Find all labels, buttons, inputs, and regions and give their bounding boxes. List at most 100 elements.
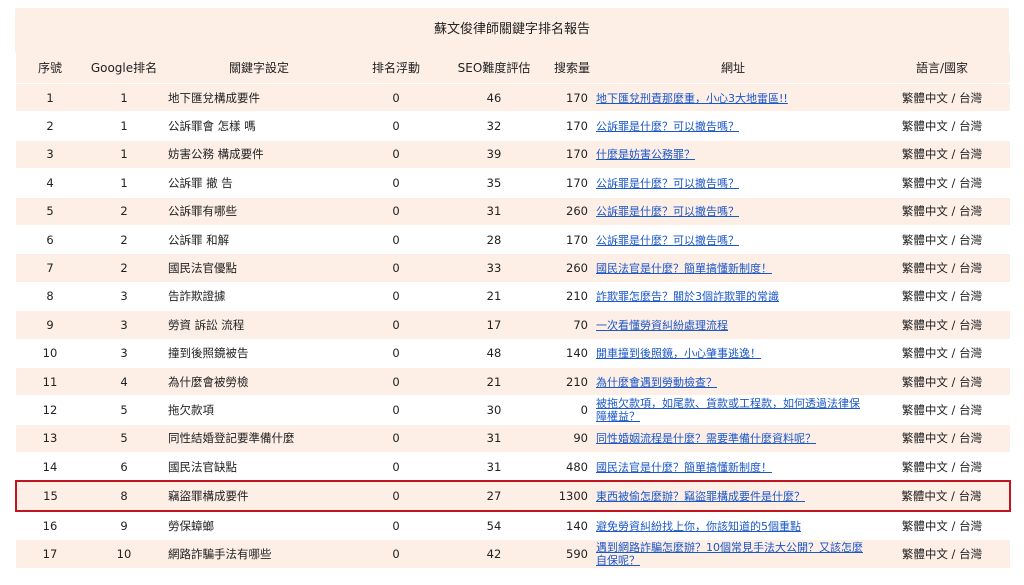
article-link[interactable]: 被拖欠款項，如尾款、貨款或工程款，如何透過法律保障權益？ — [596, 397, 860, 423]
cell-seo-difficulty: 42 — [438, 539, 550, 569]
col-header-keyword: 關鍵字設定 — [164, 52, 354, 84]
cell-url: 公訴罪是什麼？可以撤告嗎？ — [592, 225, 874, 255]
cell-rank-float: 0 — [354, 539, 438, 569]
cell-seo-difficulty: 30 — [438, 395, 550, 425]
col-header-search-volume: 搜索量 — [550, 52, 592, 84]
cell-no: 9 — [16, 310, 84, 340]
cell-google-rank: 1 — [84, 168, 164, 198]
cell-language-country: 繁體中文 / 台灣 — [874, 253, 1010, 283]
cell-search-volume: 90 — [550, 424, 592, 454]
article-link[interactable]: 遇到網路詐騙怎麼辦？10個常見手法大公開？又該怎麼自保呢？ — [596, 541, 863, 567]
cell-keyword: 網路詐騙手法有哪些 — [164, 539, 354, 569]
cell-no: 17 — [16, 539, 84, 569]
article-link[interactable]: 東西被偷怎麼辦？竊盜罪構成要件是什麼？ — [596, 490, 805, 503]
cell-url: 地下匯兌刑責那麼重，小心3大地雷區!! — [592, 83, 874, 113]
cell-no: 2 — [16, 111, 84, 141]
article-link[interactable]: 國民法官是什麼？簡單搞懂新制度！ — [596, 461, 772, 474]
cell-keyword: 公訴罪 和解 — [164, 225, 354, 255]
cell-seo-difficulty: 54 — [438, 510, 550, 541]
table-row: 1 1 地下匯兌構成要件 0 46 170 地下匯兌刑責那麼重，小心3大地雷區!! 繁體中文 … — [16, 83, 1010, 113]
cell-google-rank: 9 — [84, 510, 164, 541]
article-link[interactable]: 一次看懂勞資糾紛處理流程 — [596, 319, 728, 332]
cell-keyword: 告詐欺證據 — [164, 282, 354, 312]
cell-no: 16 — [16, 510, 84, 541]
table-header-row: 序號 Google排名 關鍵字設定 排名浮動 SEO難度評估 搜索量 網址 語言… — [16, 52, 1010, 84]
article-link[interactable]: 詐欺罪怎麼告？關於3個詐欺罪的常識 — [596, 290, 779, 303]
article-link[interactable]: 什麼是妨害公務罪？ — [596, 148, 695, 161]
cell-google-rank: 1 — [84, 111, 164, 141]
article-link[interactable]: 地下匯兌刑責那麼重，小心3大地雷區!! — [596, 92, 788, 105]
cell-seo-difficulty: 31 — [438, 424, 550, 454]
cell-seo-difficulty: 31 — [438, 197, 550, 226]
cell-google-rank: 3 — [84, 282, 164, 312]
article-link[interactable]: 同性婚姻流程是什麼？需要準備什麼資料呢？ — [596, 432, 816, 445]
table-row: 17 10 網路詐騙手法有哪些 0 42 590 遇到網路詐騙怎麼辦？10個常見手法大公開？… — [16, 539, 1010, 569]
article-link[interactable]: 公訴罪是什麼？可以撤告嗎？ — [596, 234, 739, 247]
cell-rank-float: 0 — [354, 452, 438, 482]
article-link[interactable]: 國民法官是什麼？簡單搞懂新制度！ — [596, 262, 772, 275]
cell-search-volume: 170 — [550, 168, 592, 198]
cell-language-country: 繁體中文 / 台灣 — [874, 225, 1010, 255]
cell-url: 避免勞資糾紛找上你，你該知道的5個重點 — [592, 510, 874, 541]
cell-language-country: 繁體中文 / 台灣 — [874, 424, 1010, 454]
cell-language-country: 繁體中文 / 台灣 — [874, 510, 1010, 541]
article-link[interactable]: 公訴罪是什麼？可以撤告嗎？ — [596, 177, 739, 190]
cell-language-country: 繁體中文 / 台灣 — [874, 339, 1010, 368]
cell-google-rank: 6 — [84, 452, 164, 482]
cell-url: 國民法官是什麼？簡單搞懂新制度！ — [592, 452, 874, 482]
cell-url: 為什麼會遇到勞動檢查？ — [592, 367, 874, 397]
article-link[interactable]: 公訴罪是什麼？可以撤告嗎？ — [596, 205, 739, 218]
keyword-ranking-table: 序號 Google排名 關鍵字設定 排名浮動 SEO難度評估 搜索量 網址 語言… — [15, 52, 1011, 569]
col-header-language-country: 語言/國家 — [874, 52, 1010, 84]
cell-rank-float: 0 — [354, 83, 438, 113]
cell-keyword: 拖欠款項 — [164, 395, 354, 425]
cell-language-country: 繁體中文 / 台灣 — [874, 111, 1010, 141]
cell-seo-difficulty: 48 — [438, 339, 550, 368]
cell-google-rank: 5 — [84, 395, 164, 425]
cell-rank-float: 0 — [354, 367, 438, 397]
cell-language-country: 繁體中文 / 台灣 — [874, 83, 1010, 113]
cell-no: 1 — [16, 83, 84, 113]
cell-keyword: 同性結婚登記要準備什麼 — [164, 424, 354, 454]
cell-no: 15 — [15, 480, 84, 512]
article-link[interactable]: 開車撞到後照鏡，小心肇事逃逸！ — [596, 347, 761, 360]
cell-google-rank: 5 — [84, 424, 164, 454]
table-row: 6 2 公訴罪 和解 0 28 170 公訴罪是什麼？可以撤告嗎？ 繁體中文 / 台灣 — [16, 225, 1010, 255]
cell-seo-difficulty: 21 — [438, 282, 550, 312]
table-row: 16 9 勞保蟑螂 0 54 140 避免勞資糾紛找上你，你該知道的5個重點 繁體中文 / 台… — [16, 510, 1010, 541]
table-row-highlighted: 15 8 竊盜罪構成要件 0 27 1300 東西被偷怎麼辦？竊盜罪構成要件是什麼？ 繁體中文… — [15, 480, 1011, 512]
cell-keyword: 公訴罪有哪些 — [164, 197, 354, 226]
cell-keyword: 竊盜罪構成要件 — [164, 480, 354, 512]
cell-keyword: 公訴罪會 怎樣 嗎 — [164, 111, 354, 141]
cell-google-rank: 2 — [84, 253, 164, 283]
cell-search-volume: 210 — [550, 367, 592, 397]
article-link[interactable]: 避免勞資糾紛找上你，你該知道的5個重點 — [596, 520, 801, 533]
cell-search-volume: 260 — [550, 197, 592, 226]
cell-rank-float: 0 — [354, 310, 438, 340]
table-row: 3 1 妨害公務 構成要件 0 39 170 什麼是妨害公務罪？ 繁體中文 / 台灣 — [16, 140, 1010, 170]
table-row: 5 2 公訴罪有哪些 0 31 260 公訴罪是什麼？可以撤告嗎？ 繁體中文 / 台灣 — [16, 197, 1010, 226]
cell-google-rank: 1 — [84, 140, 164, 170]
cell-keyword: 撞到後照鏡被告 — [164, 339, 354, 368]
article-link[interactable]: 公訴罪是什麼？可以撤告嗎？ — [596, 120, 739, 133]
cell-language-country: 繁體中文 / 台灣 — [874, 168, 1010, 198]
cell-rank-float: 0 — [354, 339, 438, 368]
table-row: 8 3 告詐欺證據 0 21 210 詐欺罪怎麼告？關於3個詐欺罪的常識 繁體中文 / 台灣 — [16, 282, 1010, 312]
cell-url: 公訴罪是什麼？可以撤告嗎？ — [592, 197, 874, 226]
cell-search-volume: 140 — [550, 510, 592, 541]
table-row: 9 3 勞資 訴訟 流程 0 17 70 一次看懂勞資糾紛處理流程 繁體中文 / 台灣 — [16, 310, 1010, 340]
cell-search-volume: 590 — [550, 539, 592, 569]
cell-language-country: 繁體中文 / 台灣 — [874, 367, 1010, 397]
col-header-seo-difficulty: SEO難度評估 — [438, 52, 550, 84]
cell-seo-difficulty: 28 — [438, 225, 550, 255]
cell-search-volume: 70 — [550, 310, 592, 340]
cell-url: 同性婚姻流程是什麼？需要準備什麼資料呢？ — [592, 424, 874, 454]
cell-url: 東西被偷怎麼辦？竊盜罪構成要件是什麼？ — [592, 480, 874, 512]
table-row: 2 1 公訴罪會 怎樣 嗎 0 32 170 公訴罪是什麼？可以撤告嗎？ 繁體中文 / 台灣 — [16, 111, 1010, 141]
cell-google-rank: 2 — [84, 225, 164, 255]
cell-seo-difficulty: 39 — [438, 140, 550, 170]
article-link[interactable]: 為什麼會遇到勞動檢查？ — [596, 376, 717, 389]
col-header-url: 網址 — [592, 52, 874, 84]
cell-url: 詐欺罪怎麼告？關於3個詐欺罪的常識 — [592, 282, 874, 312]
cell-google-rank: 3 — [84, 339, 164, 368]
